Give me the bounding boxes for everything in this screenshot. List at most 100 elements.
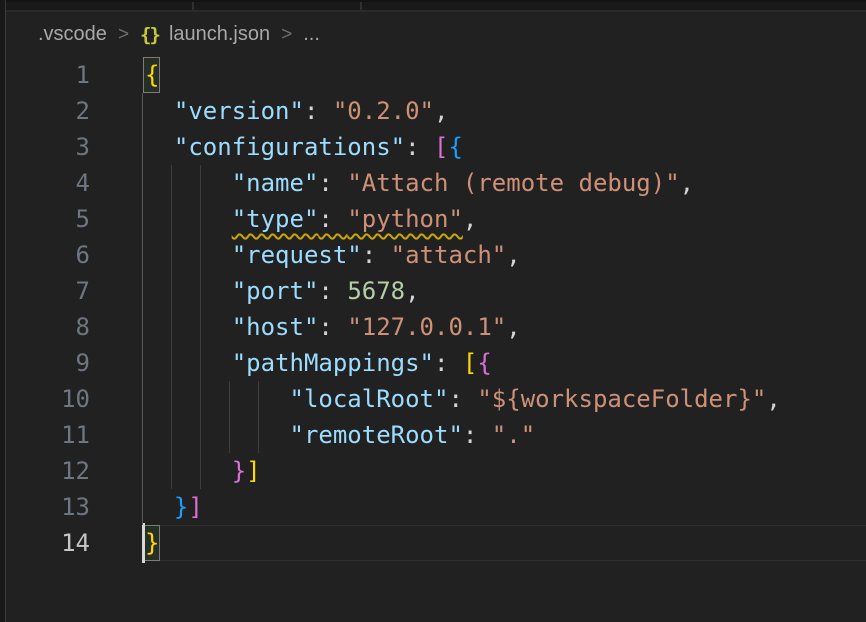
line-number[interactable]: 8 bbox=[6, 309, 145, 345]
indent-guide bbox=[171, 165, 172, 489]
code-token: , bbox=[463, 205, 477, 233]
code-token: "version" bbox=[174, 97, 304, 125]
code-token: "port" bbox=[232, 277, 319, 305]
code-token bbox=[145, 385, 290, 413]
line-number[interactable]: 7 bbox=[6, 273, 145, 309]
code-token: "localRoot" bbox=[290, 385, 449, 413]
code-token: "request" bbox=[232, 241, 362, 269]
text-cursor: } bbox=[145, 529, 159, 557]
code-line[interactable]: 2 "version": "0.2.0", bbox=[6, 93, 866, 129]
code-token: : bbox=[448, 385, 477, 413]
line-number[interactable]: 3 bbox=[6, 129, 145, 165]
code-line-content[interactable]: "version": "0.2.0", bbox=[145, 93, 866, 129]
code-line-content[interactable]: "localRoot": "${workspaceFolder}", bbox=[145, 381, 866, 417]
code-token bbox=[145, 97, 174, 125]
code-line[interactable]: 11 "remoteRoot": "." bbox=[6, 417, 866, 453]
code-token: : bbox=[318, 169, 347, 197]
code-token: , bbox=[434, 97, 448, 125]
breadcrumb-symbol-path[interactable]: ... bbox=[303, 23, 320, 46]
code-token bbox=[145, 205, 232, 233]
code-token: 5678 bbox=[347, 277, 405, 305]
code-line-content[interactable]: "request": "attach", bbox=[145, 237, 866, 273]
code-token bbox=[145, 349, 232, 377]
code-token bbox=[145, 313, 232, 341]
code-line-content[interactable]: "port": 5678, bbox=[145, 273, 866, 309]
code-token: : bbox=[318, 205, 347, 233]
breadcrumb-file[interactable]: launch.json bbox=[169, 23, 270, 46]
line-number[interactable]: 1 bbox=[6, 57, 145, 93]
indent-guide bbox=[142, 93, 143, 525]
line-number[interactable]: 12 bbox=[6, 453, 145, 489]
code-line-content[interactable]: "name": "Attach (remote debug)", bbox=[145, 165, 866, 201]
code-area[interactable]: 1{2 "version": "0.2.0",3 "configurations… bbox=[6, 57, 866, 622]
code-token: : bbox=[405, 133, 434, 161]
code-token: "attach" bbox=[391, 241, 507, 269]
breadcrumb-folder[interactable]: .vscode bbox=[38, 23, 107, 46]
code-token: ] bbox=[188, 493, 202, 521]
code-line-content[interactable]: "host": "127.0.0.1", bbox=[145, 309, 866, 345]
line-number[interactable]: 10 bbox=[6, 381, 145, 417]
code-token bbox=[145, 457, 232, 485]
code-token: : bbox=[362, 241, 391, 269]
bracket-match-highlight: { bbox=[145, 61, 159, 89]
line-number[interactable]: 11 bbox=[6, 417, 145, 453]
code-line-content[interactable]: { bbox=[145, 57, 866, 93]
tab-bar-strip bbox=[6, 0, 866, 12]
vscode-editor-window: .vscode > {} launch.json > ... 1{2 "vers… bbox=[0, 0, 866, 622]
code-line[interactable]: 9 "pathMappings": [{ bbox=[6, 345, 866, 381]
line-number[interactable]: 6 bbox=[6, 237, 145, 273]
code-line[interactable]: 1{ bbox=[6, 57, 866, 93]
code-line[interactable]: 6 "request": "attach", bbox=[6, 237, 866, 273]
code-line-content[interactable]: "type": "python", bbox=[145, 201, 866, 237]
code-line[interactable]: 10 "localRoot": "${workspaceFolder}", bbox=[6, 381, 866, 417]
code-line[interactable]: 12 }] bbox=[6, 453, 866, 489]
code-token: "." bbox=[492, 421, 535, 449]
editor-group: .vscode > {} launch.json > ... 1{2 "vers… bbox=[6, 0, 866, 622]
code-token: "configurations" bbox=[174, 133, 405, 161]
code-token: "pathMappings" bbox=[232, 349, 434, 377]
code-line-content[interactable]: "remoteRoot": "." bbox=[145, 417, 866, 453]
line-number[interactable]: 5 bbox=[6, 201, 145, 237]
code-token bbox=[145, 241, 232, 269]
code-token: , bbox=[506, 241, 520, 269]
chevron-right-icon: > bbox=[281, 24, 292, 46]
code-token: : bbox=[463, 421, 492, 449]
indent-guide bbox=[229, 381, 230, 453]
line-number[interactable]: 4 bbox=[6, 165, 145, 201]
code-token: "${workspaceFolder}" bbox=[477, 385, 766, 413]
json-file-icon: {} bbox=[140, 24, 159, 46]
line-number[interactable]: 14 bbox=[6, 525, 145, 561]
code-line[interactable]: 8 "host": "127.0.0.1", bbox=[6, 309, 866, 345]
code-token: } bbox=[174, 493, 188, 521]
code-line-content[interactable]: } bbox=[145, 525, 866, 561]
line-number[interactable]: 2 bbox=[6, 93, 145, 129]
code-token: ] bbox=[246, 457, 260, 485]
code-line[interactable]: 7 "port": 5678, bbox=[6, 273, 866, 309]
code-line[interactable]: 4 "name": "Attach (remote debug)", bbox=[6, 165, 866, 201]
code-token bbox=[145, 133, 174, 161]
code-token: , bbox=[680, 169, 694, 197]
code-token: "remoteRoot" bbox=[290, 421, 463, 449]
code-token: { bbox=[477, 349, 491, 377]
code-token: "python" bbox=[347, 205, 463, 233]
line-number[interactable]: 13 bbox=[6, 489, 145, 525]
code-line-content[interactable]: }] bbox=[145, 453, 866, 489]
code-token: } bbox=[232, 457, 246, 485]
code-token: : bbox=[318, 277, 347, 305]
code-token: "name" bbox=[232, 169, 319, 197]
code-token: "0.2.0" bbox=[333, 97, 434, 125]
code-token: , bbox=[506, 313, 520, 341]
code-line-content[interactable]: }] bbox=[145, 489, 866, 525]
code-token: , bbox=[766, 385, 780, 413]
code-token: [ bbox=[463, 349, 477, 377]
chevron-right-icon: > bbox=[118, 24, 129, 46]
line-number[interactable]: 9 bbox=[6, 345, 145, 381]
code-line[interactable]: 3 "configurations": [{ bbox=[6, 129, 866, 165]
code-line[interactable]: 5 "type": "python", bbox=[6, 201, 866, 237]
code-line[interactable]: 14} bbox=[6, 525, 866, 561]
code-line-content[interactable]: "pathMappings": [{ bbox=[145, 345, 866, 381]
code-token: "Attach (remote debug)" bbox=[347, 169, 679, 197]
code-line[interactable]: 13 }] bbox=[6, 489, 866, 525]
code-line-content[interactable]: "configurations": [{ bbox=[145, 129, 866, 165]
code-token bbox=[145, 169, 232, 197]
